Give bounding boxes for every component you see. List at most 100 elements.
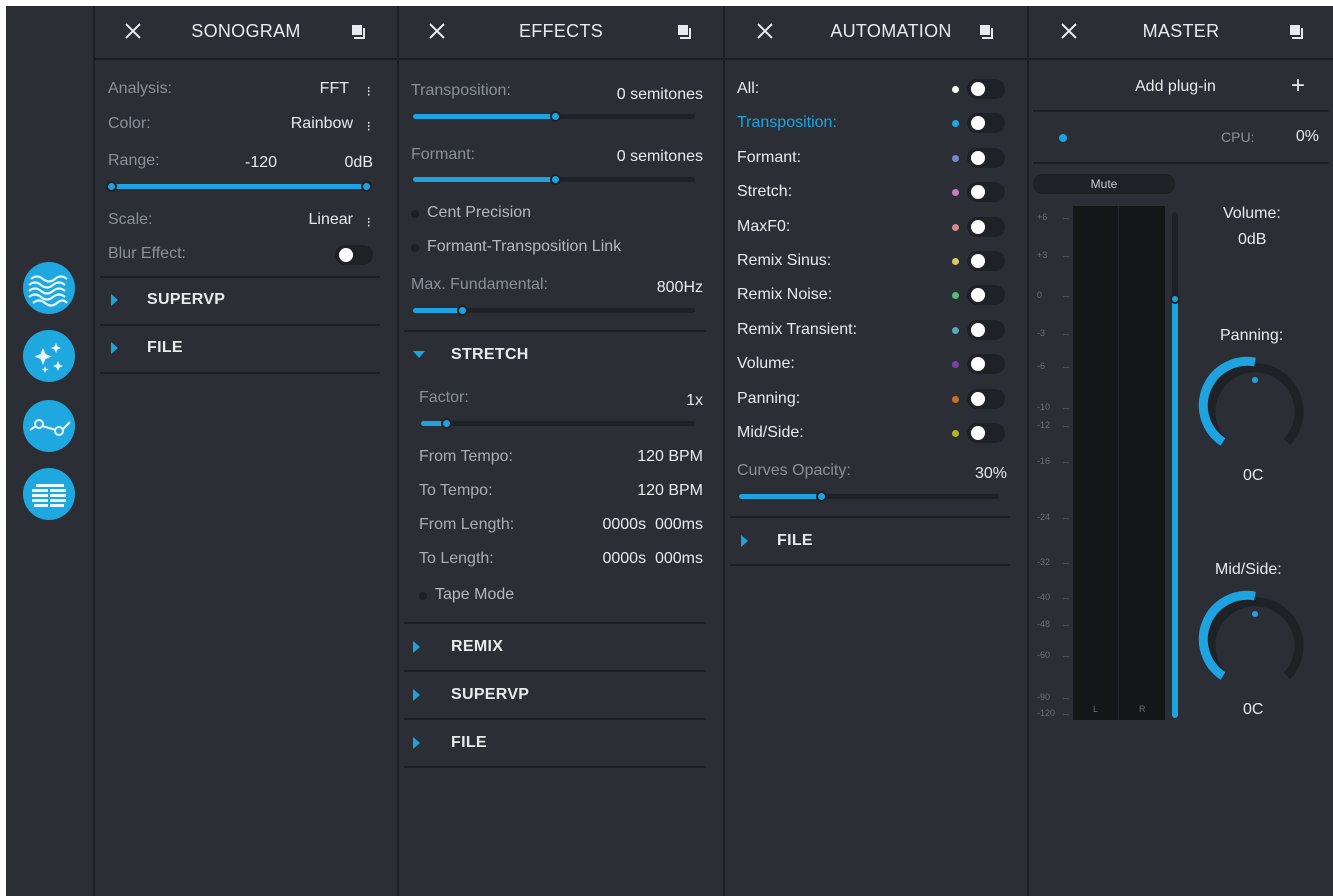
meter-tick-label: -3 [1037,328,1046,338]
curves-opacity-label: Curves Opacity: [737,462,851,479]
formant-link-checkbox[interactable] [411,244,419,252]
updown-chevron-icon[interactable]: ⁝ [367,118,371,135]
divider [100,324,380,326]
section-supervp[interactable]: SUPERVP [147,291,225,309]
formant-slider[interactable] [413,174,695,185]
curves-opacity-slider[interactable] [739,491,999,502]
expand-arrow-icon[interactable] [741,535,748,547]
expand-arrow-icon[interactable] [111,294,118,306]
transposition-slider-fill [413,114,556,119]
section-remix[interactable]: REMIX [451,638,503,656]
meter-tick-label: -120 [1037,708,1056,718]
formant-link-label: Formant-Transposition Link [427,238,622,255]
meter-tick-mark [1063,598,1069,599]
automation-toggle[interactable] [967,216,1005,237]
master-meter-icon[interactable] [23,468,75,520]
detach-window-icon[interactable] [677,24,693,40]
to-length-value[interactable]: 0000s 000ms [602,550,703,568]
automation-curve-icon[interactable] [23,400,75,452]
automation-toggle[interactable] [967,251,1005,271]
tape-mode-checkbox[interactable] [419,592,427,600]
section-stretch[interactable]: STRETCH [451,346,529,364]
panning-knob[interactable] [1197,346,1313,458]
automation-row-label: Remix Noise: [737,286,833,304]
curves-opacity-value: 30% [974,465,1007,482]
from-tempo-value[interactable]: 120 BPM [637,448,703,466]
curves-opacity-handle[interactable] [816,491,827,502]
expand-arrow-icon[interactable] [413,737,420,749]
scale-select[interactable]: Linear [309,211,353,229]
formant-value: 0 semitones [616,148,703,165]
automation-toggle[interactable] [967,388,1005,409]
expand-arrow-icon[interactable] [413,641,420,653]
expand-arrow-icon[interactable] [111,342,118,354]
max-fundamental-slider[interactable] [413,305,695,316]
meter-tick-label: -48 [1037,619,1051,629]
automation-color-dot [952,223,959,231]
formant-handle[interactable] [550,174,561,185]
panning-label: Panning: [1220,327,1284,344]
updown-chevron-icon[interactable]: ⁝ [367,214,371,231]
meter-tick-label: -60 [1037,650,1051,660]
section-supervp[interactable]: SUPERVP [451,686,529,704]
blur-effect-toggle[interactable] [335,245,373,265]
collapse-arrow-icon[interactable] [413,351,425,358]
updown-chevron-icon[interactable]: ⁝ [367,83,371,100]
volume-value: 0dB [1238,231,1267,248]
to-tempo-value[interactable]: 120 BPM [637,482,703,500]
formant-label: Formant: [411,146,476,163]
expand-arrow-icon[interactable] [413,689,420,701]
max-fundamental-fill [413,308,463,313]
meter-tick-mark [1063,714,1069,715]
mute-button[interactable]: Mute [1033,174,1175,194]
plus-icon[interactable]: + [1291,72,1305,100]
effects-sparkle-icon[interactable] [23,330,75,382]
volume-fader-handle[interactable] [1170,294,1180,304]
automation-toggle[interactable] [967,319,1005,340]
automation-color-dot [952,154,959,162]
volume-label: Volume: [1223,205,1281,222]
transposition-slider[interactable] [413,111,695,122]
automation-row-label: Transposition: [737,114,837,132]
automation-toggle[interactable] [967,182,1005,203]
cent-precision-checkbox[interactable] [411,210,419,218]
automation-row-label: Formant: [737,148,802,166]
automation-toggle[interactable] [967,113,1005,134]
midside-knob[interactable] [1197,580,1313,692]
automation-toggle[interactable] [967,147,1005,168]
channel-left-label: L [1093,704,1099,714]
sonogram-wave-icon[interactable] [23,262,75,314]
section-file[interactable]: FILE [147,339,183,357]
automation-toggle[interactable] [967,79,1005,99]
range-max-handle[interactable] [361,181,372,192]
range-min-handle[interactable] [106,181,117,192]
color-select[interactable]: Rainbow [291,115,353,133]
toggle-knob [971,322,985,337]
automation-color-dot [952,395,959,403]
plugin-status-dot [1059,134,1067,142]
detach-window-icon[interactable] [351,24,367,40]
range-slider[interactable] [106,181,372,192]
automation-color-dot [952,326,959,334]
meter-tick-mark [1063,462,1069,463]
panel-title: EFFECTS [518,21,604,41]
detach-window-icon[interactable] [979,24,995,40]
toggle-knob [971,219,985,234]
automation-toggle[interactable] [967,423,1005,443]
volume-fader[interactable] [1170,212,1180,718]
detach-window-icon[interactable] [1289,24,1305,40]
factor-slider[interactable] [421,418,695,429]
add-plugin-label[interactable]: Add plug-in [1135,78,1216,96]
section-file[interactable]: FILE [451,734,487,752]
automation-toggle[interactable] [967,285,1005,306]
section-file[interactable]: FILE [777,532,813,550]
analysis-select[interactable]: FFT [320,80,349,98]
transposition-handle[interactable] [550,111,561,122]
factor-handle[interactable] [441,418,452,429]
automation-row-label: All: [737,80,760,97]
automation-toggle[interactable] [967,354,1005,375]
max-fundamental-handle[interactable] [457,305,468,316]
range-max-value: 0dB [344,154,373,171]
automation-color-dot [952,258,959,265]
meter-tick-mark [1063,518,1069,519]
